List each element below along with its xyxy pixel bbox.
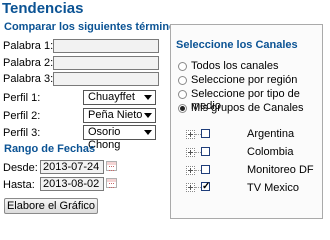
profile-1-select[interactable]: Chuayffet xyxy=(83,90,156,105)
radio-by-media-type[interactable] xyxy=(178,90,187,99)
group-label-tv-mexico: TV Mexico xyxy=(247,182,299,194)
profile-2-value: Peña Nieto xyxy=(88,109,143,121)
expand-icon[interactable] xyxy=(186,130,195,139)
radio-by-region[interactable] xyxy=(178,76,187,85)
group-checkbox-tv-mexico[interactable]: ✓ xyxy=(201,182,210,192)
to-date-input[interactable]: 2013-08-02 xyxy=(40,177,104,191)
profile-1-label: Perfil 1: xyxy=(3,92,41,104)
profile-3-select[interactable]: Osorio Chong xyxy=(83,125,156,151)
group-label-colombia: Colombia xyxy=(247,146,294,158)
expand-icon[interactable] xyxy=(186,148,195,157)
profile-1-value: Chuayffet xyxy=(88,91,135,103)
profile-2-label: Perfil 2: xyxy=(3,110,41,122)
group-checkbox-argentina[interactable] xyxy=(201,129,210,138)
radio-all-channels[interactable] xyxy=(178,62,187,71)
word-2-label: Palabra 2: xyxy=(3,57,54,69)
page-title: Tendencias xyxy=(2,0,84,17)
channels-heading: Seleccione los Canales xyxy=(176,39,298,51)
to-label: Hasta: xyxy=(3,179,35,191)
date-range-heading: Rango de Fechas xyxy=(4,143,96,155)
calendar-icon[interactable] xyxy=(106,178,117,188)
word-1-input[interactable] xyxy=(53,39,159,53)
radio-all-channels-label: Todos los canales xyxy=(191,60,279,72)
word-1-label: Palabra 1: xyxy=(3,40,54,52)
channels-panel: Seleccione los Canales Todos los canales… xyxy=(170,24,323,219)
group-label-argentina: Argentina xyxy=(247,128,295,140)
compare-heading: Comparar los siguientes términos xyxy=(4,21,182,33)
generate-chart-button[interactable]: Elabore el Gráfico xyxy=(4,198,98,214)
profile-3-label: Perfil 3: xyxy=(3,127,41,139)
group-checkbox-colombia[interactable] xyxy=(201,147,210,156)
chevron-down-icon xyxy=(144,130,152,135)
from-date-input[interactable]: 2013-07-24 xyxy=(40,160,104,174)
word-3-label: Palabra 3: xyxy=(3,73,54,85)
word-3-input[interactable] xyxy=(53,72,159,86)
radio-my-channel-groups[interactable] xyxy=(178,104,187,113)
chevron-down-icon xyxy=(144,113,152,118)
chevron-down-icon xyxy=(144,95,152,100)
expand-icon[interactable] xyxy=(186,166,195,175)
profile-2-select[interactable]: Peña Nieto xyxy=(83,108,156,123)
radio-by-region-label: Seleccione por región xyxy=(191,74,298,86)
group-label-monitoreo-df: Monitoreo DF xyxy=(247,164,314,176)
from-label: Desde: xyxy=(3,162,38,174)
radio-my-channel-groups-label: Mis grupos de Canales xyxy=(191,102,304,114)
group-checkbox-monitoreo-df[interactable] xyxy=(201,165,210,174)
expand-icon[interactable] xyxy=(186,183,195,192)
calendar-icon[interactable] xyxy=(106,161,117,171)
word-2-input[interactable] xyxy=(53,56,159,70)
